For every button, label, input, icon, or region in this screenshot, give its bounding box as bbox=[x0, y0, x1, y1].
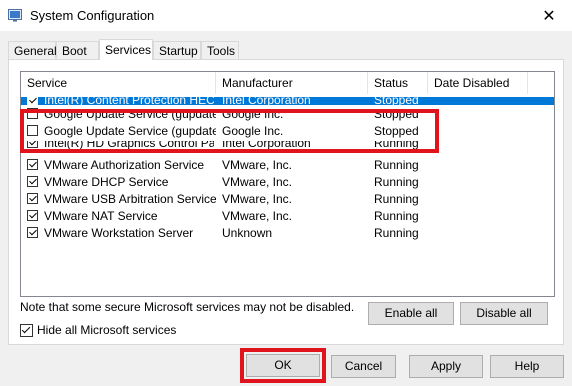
tab-boot[interactable]: Boot bbox=[56, 41, 99, 59]
table-row[interactable]: VMware Authorization Service VMware, Inc… bbox=[21, 157, 554, 174]
row-checkbox[interactable] bbox=[27, 125, 38, 136]
disable-all-button[interactable]: Disable all bbox=[460, 302, 548, 325]
status-text: Running bbox=[374, 226, 419, 240]
table-row[interactable]: VMware NAT Service VMware, Inc. Running bbox=[21, 208, 554, 225]
window-title: System Configuration bbox=[30, 8, 155, 23]
row-checkbox[interactable] bbox=[27, 227, 38, 238]
status-text: Stopped bbox=[374, 124, 419, 138]
hide-microsoft-services-label: Hide all Microsoft services bbox=[37, 323, 177, 337]
tab-tools[interactable]: Tools bbox=[201, 41, 239, 59]
table-row[interactable]: Intel(R) HD Graphics Control Pa... Intel… bbox=[21, 141, 554, 150]
row-checkbox[interactable] bbox=[27, 141, 38, 148]
tab-startup[interactable]: Startup bbox=[153, 41, 201, 59]
column-service[interactable]: Service bbox=[21, 72, 216, 94]
apply-button[interactable]: Apply bbox=[409, 355, 483, 378]
status-text: Running bbox=[374, 192, 419, 206]
column-manufacturer[interactable]: Manufacturer bbox=[216, 72, 368, 94]
status-text: Stopped bbox=[374, 97, 419, 105]
row-checkbox[interactable] bbox=[27, 159, 38, 170]
column-status[interactable]: Status bbox=[368, 72, 428, 94]
table-row[interactable]: VMware Workstation Server Unknown Runnin… bbox=[21, 225, 554, 242]
service-name: VMware Authorization Service bbox=[44, 158, 205, 172]
manufacturer-name: Intel Corporation bbox=[222, 141, 311, 150]
row-checkbox[interactable] bbox=[27, 108, 38, 119]
enable-all-button[interactable]: Enable all bbox=[368, 302, 454, 325]
table-row[interactable]: VMware DHCP Service VMware, Inc. Running bbox=[21, 174, 554, 191]
tab-startup-label: Startup bbox=[159, 44, 198, 58]
close-button[interactable]: ✕ bbox=[526, 0, 572, 31]
service-name: Google Update Service (gupdate) bbox=[44, 107, 216, 121]
service-name: Intel(R) HD Graphics Control Pa... bbox=[44, 141, 214, 150]
row-checkbox[interactable] bbox=[27, 210, 38, 221]
hide-microsoft-services-checkbox[interactable] bbox=[20, 324, 33, 337]
manufacturer-name: Google Inc. bbox=[222, 107, 284, 121]
status-text: Running bbox=[374, 209, 419, 223]
manufacturer-name: VMware, Inc. bbox=[222, 175, 293, 189]
tab-tools-label: Tools bbox=[207, 44, 236, 58]
services-list[interactable]: Service Manufacturer Status Date Disable… bbox=[20, 71, 555, 297]
table-row[interactable]: Google Update Service (gupdatem) Google … bbox=[21, 123, 554, 140]
service-name: VMware USB Arbitration Service bbox=[44, 192, 216, 206]
manufacturer-name: VMware, Inc. bbox=[222, 158, 293, 172]
service-name: VMware NAT Service bbox=[44, 209, 158, 223]
system-configuration-icon bbox=[8, 9, 22, 22]
title-bar: System Configuration ✕ bbox=[0, 0, 572, 31]
status-text: Running bbox=[374, 175, 419, 189]
tab-boot-label: Boot bbox=[62, 44, 87, 58]
note-text: Note that some secure Microsoft services… bbox=[20, 300, 355, 314]
row-checkbox[interactable] bbox=[27, 176, 38, 187]
tab-general-label: General bbox=[14, 44, 57, 58]
tab-services-label: Services bbox=[105, 43, 152, 57]
manufacturer-name: Intel Corporation bbox=[222, 97, 311, 105]
manufacturer-name: Unknown bbox=[222, 226, 273, 240]
manufacturer-name: VMware, Inc. bbox=[222, 209, 293, 223]
service-name: Intel(R) Content Protection HEC... bbox=[44, 97, 214, 105]
manufacturer-name: Google Inc. bbox=[222, 124, 284, 138]
manufacturer-name: VMware, Inc. bbox=[222, 192, 293, 206]
ok-button[interactable]: OK bbox=[246, 354, 320, 377]
row-checkbox[interactable] bbox=[27, 97, 38, 105]
service-name: VMware Workstation Server bbox=[44, 226, 194, 240]
services-panel: Service Manufacturer Status Date Disable… bbox=[8, 59, 564, 345]
column-date-disabled[interactable]: Date Disabled bbox=[428, 72, 528, 94]
service-name: Google Update Service (gupdatem) bbox=[44, 124, 216, 138]
cancel-button[interactable]: Cancel bbox=[331, 355, 396, 378]
status-text: Stopped bbox=[374, 107, 419, 121]
table-row[interactable]: VMware USB Arbitration Service VMware, I… bbox=[21, 191, 554, 208]
table-row[interactable]: Google Update Service (gupdate) Google I… bbox=[21, 106, 554, 123]
table-row[interactable]: Intel(R) Content Protection HEC... Intel… bbox=[21, 97, 554, 105]
help-button[interactable]: Help bbox=[490, 355, 564, 378]
close-icon: ✕ bbox=[542, 7, 556, 25]
status-text: Running bbox=[374, 141, 419, 150]
tab-general[interactable]: General bbox=[8, 41, 57, 59]
status-text: Running bbox=[374, 158, 419, 172]
row-checkbox[interactable] bbox=[27, 193, 38, 204]
service-name: VMware DHCP Service bbox=[44, 175, 169, 189]
tab-services[interactable]: Services bbox=[99, 39, 153, 60]
